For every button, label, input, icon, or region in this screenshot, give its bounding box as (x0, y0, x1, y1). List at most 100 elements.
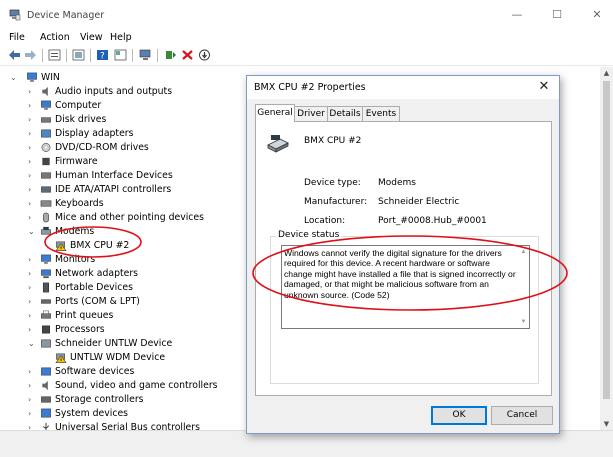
chip-icon (42, 157, 50, 166)
tree-item-label: Keyboards (55, 198, 104, 209)
computer-root-icon (27, 72, 37, 82)
device-list-icon[interactable] (72, 49, 85, 61)
printer-icon (41, 310, 51, 319)
device-status-message: Windows cannot verify the digital signat… (284, 248, 516, 300)
chevron-right-icon[interactable]: › (28, 155, 36, 169)
tree-scrollbar[interactable]: ▲ ▼ (600, 67, 613, 430)
tree-item-label: Ports (COM & LPT) (55, 296, 140, 307)
chevron-right-icon[interactable]: › (28, 197, 36, 211)
tab-driver[interactable]: Driver (294, 106, 328, 121)
chevron-right-icon[interactable]: › (28, 113, 36, 127)
tree-item-label: Firmware (55, 156, 98, 167)
cancel-button[interactable]: Cancel (491, 406, 553, 425)
menu-help[interactable]: Help (110, 32, 132, 43)
scan-hardware-icon[interactable] (139, 49, 152, 61)
dvd-icon (41, 143, 51, 152)
tab-details[interactable]: Details (327, 106, 363, 121)
menu-bar: File Action View Help (0, 30, 613, 46)
tree-item-label: Computer (55, 100, 102, 111)
cpu-icon (42, 325, 50, 334)
chevron-right-icon[interactable]: › (28, 85, 36, 99)
menu-action[interactable]: Action (40, 32, 70, 43)
tree-item-label: Disk drives (55, 114, 107, 125)
chevron-right-icon[interactable]: › (28, 183, 36, 197)
chevron-right-icon[interactable]: › (28, 211, 36, 225)
chevron-right-icon[interactable]: › (28, 141, 36, 155)
tree-item-label: Display adapters (55, 128, 134, 139)
chevron-right-icon[interactable]: › (28, 169, 36, 183)
chevron-right-icon[interactable]: › (28, 365, 36, 379)
chevron-down-icon[interactable]: ⌄ (10, 71, 18, 85)
tree-item-label: Mice and other pointing devices (55, 212, 204, 223)
enable-device-icon[interactable] (198, 49, 211, 61)
chevron-right-icon[interactable]: › (28, 281, 36, 295)
ide-icon (41, 186, 51, 193)
minimize-button[interactable]: — (506, 6, 528, 24)
location-value: Port_#0008.Hub_#0001 (378, 216, 487, 226)
properties-dialog: BMX CPU #2 Properties ✕ General Driver D… (246, 75, 560, 434)
chevron-right-icon[interactable]: › (28, 407, 36, 421)
menu-view[interactable]: View (80, 32, 103, 43)
scroll-down-arrow-icon[interactable]: ▼ (600, 418, 613, 430)
hid-icon (41, 172, 51, 179)
title-bar[interactable]: Device Manager — ☐ ✕ (0, 0, 613, 30)
chevron-down-icon[interactable]: ⌄ (28, 337, 36, 351)
chevron-down-icon[interactable]: ⌄ (28, 225, 36, 239)
view-icon[interactable] (114, 49, 127, 61)
chevron-right-icon[interactable]: › (28, 421, 36, 430)
chevron-right-icon[interactable]: › (28, 267, 36, 281)
tab-events[interactable]: Events (362, 106, 400, 121)
chevron-right-icon[interactable]: › (28, 127, 36, 141)
properties-icon[interactable] (48, 49, 61, 61)
system-icon (41, 408, 51, 418)
tree-item-label: IDE ATA/ATAPI controllers (55, 184, 172, 195)
dialog-close-button[interactable]: ✕ (533, 78, 555, 96)
warning-device-icon (55, 353, 67, 363)
chevron-right-icon[interactable]: › (28, 295, 36, 309)
tree-item-label: Monitors (55, 254, 96, 265)
chevron-right-icon[interactable]: › (28, 253, 36, 267)
update-driver-icon[interactable] (164, 49, 177, 61)
speaker-icon (42, 86, 48, 97)
chevron-right-icon[interactable]: › (28, 99, 36, 113)
close-button[interactable]: ✕ (586, 6, 608, 24)
svg-text:?: ? (100, 52, 105, 62)
chevron-right-icon[interactable]: › (28, 379, 36, 393)
tree-item-label: Print queues (55, 310, 114, 321)
textarea-scroll-up-icon[interactable]: ▲ (519, 247, 528, 257)
tree-item-label: Portable Devices (55, 282, 133, 293)
window-title: Device Manager (27, 10, 105, 21)
manufacturer-label: Manufacturer: (304, 197, 368, 207)
modem-icon (41, 226, 51, 235)
dialog-title-bar[interactable]: BMX CPU #2 Properties ✕ (247, 76, 559, 99)
scroll-thumb[interactable] (603, 81, 610, 399)
device-name: BMX CPU #2 (304, 136, 362, 146)
help-icon[interactable]: ? (96, 49, 109, 61)
chevron-right-icon[interactable]: › (28, 393, 36, 407)
mouse-icon (42, 212, 50, 223)
tree-item-label: Schneider UNTLW Device (55, 338, 173, 349)
monitor-icon (41, 100, 51, 110)
status-bar (0, 430, 613, 457)
monitor-icon (41, 254, 51, 264)
chevron-right-icon[interactable]: › (28, 309, 36, 323)
device-status-label: Device status (276, 230, 342, 240)
device-status-text[interactable]: Windows cannot verify the digital signat… (281, 245, 530, 329)
ok-button[interactable]: OK (431, 406, 487, 425)
tree-item-label: UNTLW WDM Device (70, 352, 166, 363)
chevron-right-icon[interactable]: › (28, 323, 36, 337)
back-arrow-icon[interactable] (8, 49, 21, 61)
scroll-up-arrow-icon[interactable]: ▲ (600, 67, 613, 79)
textarea-scroll-down-icon[interactable]: ▼ (519, 317, 528, 327)
menu-file[interactable]: File (9, 32, 25, 43)
tree-item-label: Audio inputs and outputs (55, 86, 173, 97)
tree-item-label: Modems (55, 226, 95, 237)
uninstall-x-icon[interactable] (181, 49, 194, 61)
tree-item-label: Sound, video and game controllers (55, 380, 218, 391)
maximize-button[interactable]: ☐ (546, 6, 568, 24)
tree-item-label: Processors (55, 324, 105, 335)
tree-item-label: System devices (55, 408, 129, 419)
tab-general[interactable]: General (255, 104, 295, 122)
device-type-value: Modems (378, 178, 416, 188)
forward-arrow-icon[interactable] (24, 49, 37, 61)
